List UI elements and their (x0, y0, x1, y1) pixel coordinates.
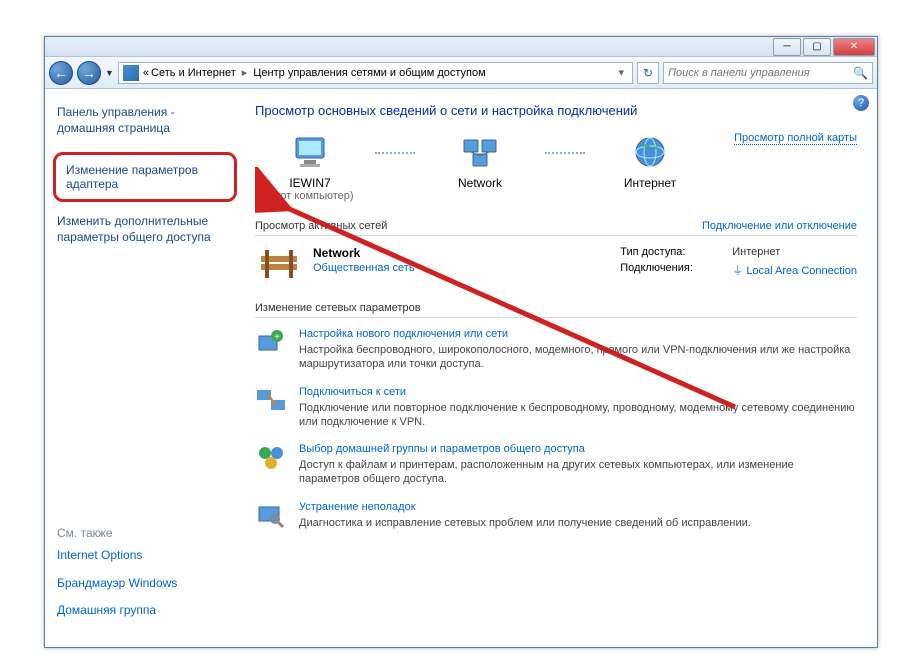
search-box[interactable]: 🔍 (663, 62, 873, 84)
forward-button[interactable]: → (77, 61, 101, 85)
connect-network-icon (255, 386, 287, 414)
setting-title: Подключиться к сети (299, 386, 857, 398)
content-area: Просмотр основных сведений о сети и наст… (245, 89, 877, 647)
setting-homegroup[interactable]: Выбор домашней группы и параметров общег… (255, 443, 857, 487)
minimize-button[interactable]: ─ (773, 38, 801, 56)
connection-link[interactable]: ⏚ Local Area Connection (732, 262, 857, 278)
active-networks-section: Просмотр активных сетей Подключение или … (255, 220, 857, 236)
search-input[interactable] (668, 67, 853, 79)
back-button[interactable]: ← (49, 61, 73, 85)
control-panel-window: ─ ▢ ✕ ← → ▼ « Сеть и Интернет ▸ Центр уп… (44, 36, 878, 648)
breadcrumb[interactable]: « Сеть и Интернет ▸ Центр управления сет… (118, 62, 633, 84)
refresh-button[interactable]: ↻ (637, 62, 659, 84)
network-settings-section: Изменение сетевых параметров (255, 302, 857, 318)
control-panel-icon (123, 65, 139, 81)
network-icon (425, 132, 535, 172)
sidebar-windows-firewall[interactable]: Брандмауэр Windows (57, 576, 233, 592)
computer-icon (255, 132, 365, 172)
svg-text:+: + (274, 332, 280, 343)
setting-desc: Настройка беспроводного, широкополосного… (299, 343, 857, 372)
network-map: IEWIN7 (этот компьютер) Network Интернет (255, 132, 857, 202)
connect-disconnect-link[interactable]: Подключение или отключение (702, 220, 857, 232)
breadcrumb-parent[interactable]: Сеть и Интернет (151, 67, 236, 79)
park-bench-icon (255, 246, 303, 282)
access-type-label: Тип доступа: (620, 246, 720, 258)
sidebar-see-also: См. также (57, 526, 233, 540)
view-full-map-link[interactable]: Просмотр полной карты (734, 132, 857, 145)
setting-desc: Диагностика и исправление сетевых пробле… (299, 516, 751, 530)
map-pc-name: IEWIN7 (255, 176, 365, 190)
sidebar-control-panel-home[interactable]: Панель управления - домашняя страница (57, 105, 233, 136)
setting-title: Настройка нового подключения или сети (299, 328, 857, 340)
setting-desc: Подключение или повторное подключение к … (299, 401, 857, 430)
troubleshoot-icon (255, 501, 287, 529)
help-icon[interactable]: ? (853, 95, 869, 111)
active-network-item: Network Общественная сеть Тип доступа: И… (255, 246, 857, 282)
search-icon[interactable]: 🔍 (853, 66, 868, 80)
close-button[interactable]: ✕ (833, 38, 875, 56)
setting-desc: Доступ к файлам и принтерам, расположенн… (299, 458, 857, 487)
ethernet-icon: ⏚ (732, 265, 743, 277)
map-network-label: Network (425, 176, 535, 190)
sidebar-advanced-sharing[interactable]: Изменить дополнительные параметры общего… (57, 214, 233, 245)
network-name: Network (313, 246, 415, 260)
setting-title: Выбор домашней группы и параметров общег… (299, 443, 857, 455)
breadcrumb-dd-icon[interactable]: ▾ (614, 66, 628, 79)
homegroup-icon (255, 443, 287, 471)
map-internet: Интернет (595, 132, 705, 190)
setting-title: Устранение неполадок (299, 501, 751, 513)
map-this-pc: IEWIN7 (этот компьютер) (255, 132, 365, 202)
active-networks-label: Просмотр активных сетей (255, 220, 387, 232)
connection-line (545, 152, 585, 172)
setting-troubleshoot[interactable]: Устранение неполадок Диагностика и испра… (255, 501, 857, 530)
history-dropdown-icon[interactable]: ▼ (105, 68, 114, 78)
sidebar-change-adapter-settings[interactable]: Изменение параметров адаптера (53, 152, 237, 202)
setting-connect-network[interactable]: Подключиться к сети Подключение или повт… (255, 386, 857, 430)
sidebar-internet-options[interactable]: Internet Options (57, 548, 233, 564)
access-type-value: Интернет (732, 246, 780, 258)
connections-label: Подключения: (620, 262, 720, 278)
sidebar: Панель управления - домашняя страница Из… (45, 89, 245, 647)
navbar: ← → ▼ « Сеть и Интернет ▸ Центр управлен… (45, 57, 877, 89)
maximize-button[interactable]: ▢ (803, 38, 831, 56)
titlebar: ─ ▢ ✕ (45, 37, 877, 57)
connection-line (375, 152, 415, 172)
globe-icon (595, 132, 705, 172)
new-connection-icon: + (255, 328, 287, 356)
page-title: Просмотр основных сведений о сети и наст… (255, 103, 857, 118)
network-settings-label: Изменение сетевых параметров (255, 302, 421, 314)
map-network: Network (425, 132, 535, 190)
setting-new-connection[interactable]: + Настройка нового подключения или сети … (255, 328, 857, 372)
breadcrumb-sep: ▸ (238, 66, 252, 79)
network-type-link[interactable]: Общественная сеть (313, 262, 415, 274)
breadcrumb-prefix: « (143, 67, 149, 79)
map-internet-label: Интернет (595, 176, 705, 190)
map-pc-sub: (этот компьютер) (255, 190, 365, 202)
breadcrumb-current[interactable]: Центр управления сетями и общим доступом (253, 67, 485, 79)
sidebar-homegroup[interactable]: Домашняя группа (57, 603, 233, 619)
